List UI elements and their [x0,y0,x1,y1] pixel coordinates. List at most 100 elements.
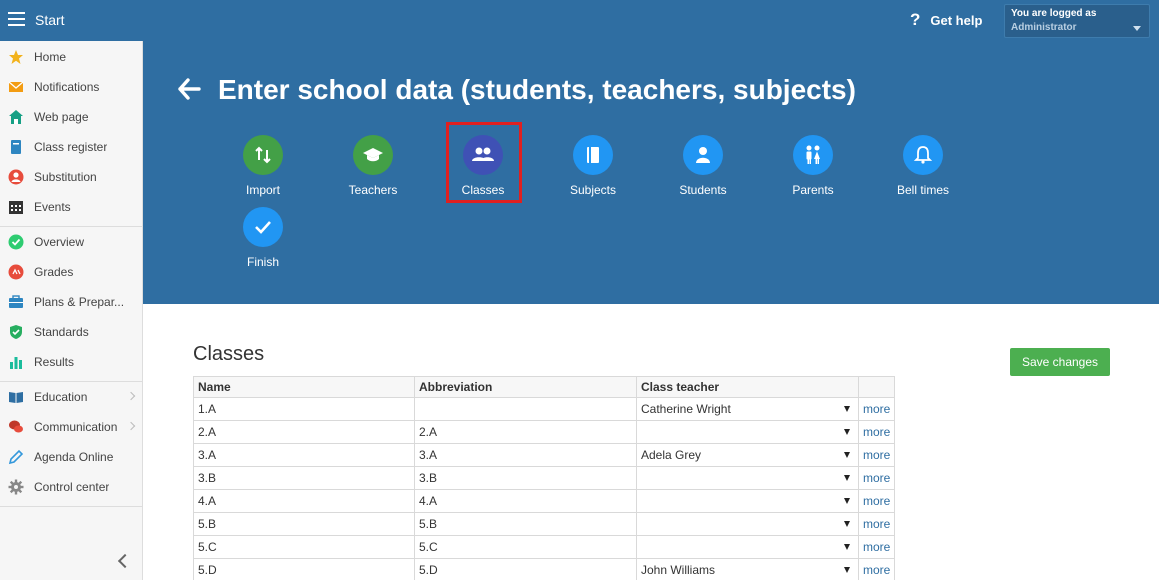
step-parents[interactable]: Parents [768,135,858,197]
class-teacher-select[interactable] [636,512,859,536]
sidebar-item-events[interactable]: Events [0,192,142,222]
bell-icon [903,135,943,175]
check-circle-icon [8,234,24,250]
sidebar-item-label: Home [34,50,67,64]
table-header-row: Name Abbreviation Class teacher [193,376,896,398]
class-abbreviation-cell[interactable]: 5.D [414,558,637,580]
more-link[interactable]: more [857,420,896,444]
step-label: Finish [246,255,279,269]
class-abbreviation-cell[interactable]: 3.A [414,443,637,467]
sidebar-item-label: Grades [34,265,74,279]
class-name-cell[interactable]: 5.C [193,535,415,559]
sidebar-item-label: Control center [34,480,110,494]
sidebar-item-label: Communication [34,420,118,434]
class-teacher-select[interactable] [636,466,859,490]
sidebar-group: Education Communication Agenda Online Contr… [0,382,142,507]
class-name-cell[interactable]: 1.A [193,397,415,421]
user-dropdown[interactable]: You are logged as Administrator [1004,4,1150,38]
more-link[interactable]: more [857,535,896,559]
table-row: 3.B 3.B more [193,466,896,490]
more-link[interactable]: more [857,466,896,490]
sidebar-item-communication[interactable]: Communication [0,412,142,442]
sidebar-item-class-register[interactable]: Class register [0,132,142,162]
step-teachers[interactable]: Teachers [328,135,418,197]
sidebar: Home Notifications Web page Class register S… [0,41,143,580]
checkmark-icon [243,207,283,247]
more-link[interactable]: more [857,397,896,421]
class-teacher-select[interactable]: John Williams [636,558,859,580]
more-link[interactable]: more [857,443,896,467]
shield-check-icon [8,324,24,340]
class-abbreviation-cell[interactable]: 2.A [414,420,637,444]
table-row: 5.C 5.C more [193,535,896,559]
book-icon [8,139,24,155]
save-changes-button[interactable]: Save changes [1010,348,1110,376]
sidebar-item-substitution[interactable]: Substitution [0,162,142,192]
top-bar: Start ? Get help You are logged as Admin… [0,0,1159,41]
class-teacher-value: Adela Grey [641,448,702,462]
class-name-cell[interactable]: 3.A [193,443,415,467]
sidebar-item-notifications[interactable]: Notifications [0,72,142,102]
step-students[interactable]: Students [658,135,748,197]
sidebar-item-education[interactable]: Education [0,382,142,412]
sidebar-item-label: Substitution [34,170,97,184]
class-name-cell[interactable]: 5.B [193,512,415,536]
sidebar-item-control-center[interactable]: Control center [0,472,142,502]
get-help-label: Get help [930,12,983,28]
step-subjects[interactable]: Subjects [548,135,638,197]
class-name-cell[interactable]: 4.A [193,489,415,513]
class-abbreviation-cell[interactable]: 3.B [414,466,637,490]
menu-icon[interactable] [8,12,25,26]
open-book-icon [8,389,24,405]
more-link[interactable]: more [857,512,896,536]
sidebar-item-label: Agenda Online [34,450,114,464]
collapse-sidebar-icon[interactable] [117,553,133,569]
class-name-cell[interactable]: 2.A [193,420,415,444]
class-name-cell[interactable]: 5.D [193,558,415,580]
start-label[interactable]: Start [35,12,65,28]
step-bell-times[interactable]: Bell times [878,135,968,197]
class-abbreviation-cell[interactable]: 5.C [414,535,637,559]
class-teacher-select[interactable] [636,535,859,559]
more-link[interactable]: more [857,558,896,580]
class-teacher-value: Catherine Wright [641,402,731,416]
sidebar-item-overview[interactable]: Overview [0,227,142,257]
sidebar-item-grades[interactable]: Grades [0,257,142,287]
step-import[interactable]: Import [218,135,308,197]
class-teacher-select[interactable] [636,420,859,444]
dropdown-caret-icon [844,475,850,481]
sidebar-item-agenda-online[interactable]: Agenda Online [0,442,142,472]
class-abbreviation-cell[interactable]: 4.A [414,489,637,513]
book-icon [573,135,613,175]
get-help-button[interactable]: ? Get help [910,10,982,30]
login-user: Administrator [1011,22,1077,33]
step-label: Students [679,183,727,197]
class-name-cell[interactable]: 3.B [193,466,415,490]
sidebar-item-home[interactable]: Home [0,42,142,72]
sidebar-item-results[interactable]: Results [0,347,142,377]
sidebar-item-plans-prepar[interactable]: Plans & Prepar... [0,287,142,317]
class-abbreviation-cell[interactable]: 5.B [414,512,637,536]
class-teacher-select[interactable]: Adela Grey [636,443,859,467]
class-abbreviation-cell[interactable] [414,397,637,421]
sidebar-group: Overview Grades Plans & Prepar... Standards… [0,227,142,382]
class-teacher-select[interactable]: Catherine Wright [636,397,859,421]
table-row: 4.A 4.A more [193,489,896,513]
chevron-down-icon [1133,26,1141,31]
chevron-right-icon [126,391,136,401]
back-arrow-icon[interactable] [177,77,201,101]
sidebar-item-web-page[interactable]: Web page [0,102,142,132]
more-link[interactable]: more [857,489,896,513]
dropdown-caret-icon [844,567,850,573]
people-icon [463,135,503,175]
question-icon: ? [910,10,921,29]
sidebar-item-standards[interactable]: Standards [0,317,142,347]
step-finish[interactable]: Finish [218,207,308,269]
envelope-icon [8,79,24,95]
step-classes[interactable]: Classes [438,135,528,197]
step-label: Bell times [896,183,949,197]
class-teacher-select[interactable] [636,489,859,513]
sidebar-item-label: Education [34,390,88,404]
classes-table: Name Abbreviation Class teacher 1.A Cathe… [193,376,896,580]
dropdown-caret-icon [844,452,850,458]
